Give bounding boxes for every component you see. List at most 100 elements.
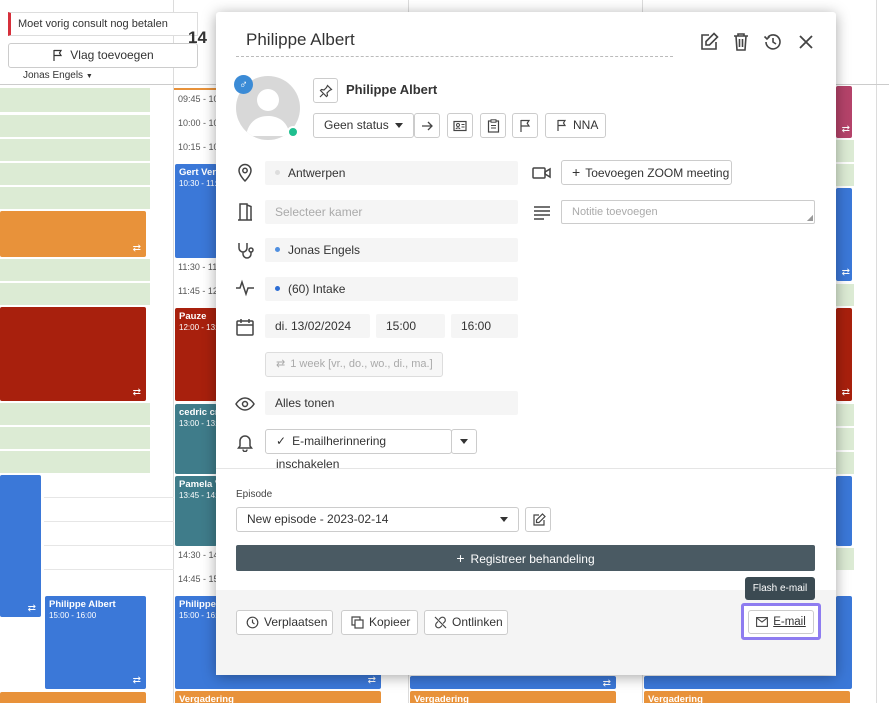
time-slot[interactable]: 09:45 - 10 xyxy=(174,94,219,104)
calendar-event-cedric[interactable]: cedric cr 13:00 - 13: xyxy=(175,404,217,474)
event-title: Vergadering xyxy=(414,694,469,703)
modal-title[interactable]: Philippe Albert xyxy=(236,26,673,57)
calendar-event-vergadering-mid[interactable]: Vergadering xyxy=(175,691,381,703)
practitioner-selector[interactable]: Jonas Engels ▼ xyxy=(23,70,93,81)
flag-icon xyxy=(519,119,537,133)
time-slot[interactable]: 10:00 - 10 xyxy=(174,118,219,128)
calendar-event-pauze[interactable]: Pauze 12:00 - 13: xyxy=(175,308,217,401)
edit-icon[interactable] xyxy=(698,31,720,53)
calendar-event-pamela[interactable]: Pamela V 13:45 - 14: xyxy=(175,476,217,546)
email-button-highlight: E-mail xyxy=(741,603,821,640)
calendar-event-vergadering-left[interactable] xyxy=(0,692,146,703)
time-slot[interactable]: 11:45 - 12 xyxy=(174,286,218,296)
time-slot[interactable]: 14:45 - 15 xyxy=(174,574,219,584)
add-flag-button[interactable]: Vlag toevoegen xyxy=(8,43,198,68)
id-card-icon xyxy=(453,119,472,133)
calendar-event-red-right[interactable]: ⇄ xyxy=(836,308,852,401)
end-time-field[interactable]: 16:00 xyxy=(451,314,518,338)
event-title: Philippe Albert xyxy=(49,599,116,610)
copy-icon xyxy=(351,616,364,629)
reminder-dropdown-button[interactable] xyxy=(451,429,477,454)
status-next-button[interactable] xyxy=(414,113,440,138)
practitioner-name: Jonas Engels xyxy=(23,70,84,81)
unlink-icon xyxy=(434,616,447,629)
move-button[interactable]: Verplaatsen xyxy=(236,610,333,635)
note-placeholder: Notitie toevoegen xyxy=(572,206,658,218)
register-treatment-button[interactable]: + Registreer behandeling xyxy=(236,545,815,571)
id-card-button[interactable] xyxy=(447,113,473,138)
calendar-event-vergadering-right[interactable]: Vergadering xyxy=(644,691,850,703)
time-slot[interactable]: 10:15 - 10 xyxy=(174,142,219,152)
history-icon[interactable] xyxy=(762,31,784,53)
eye-icon xyxy=(235,394,255,414)
episode-select[interactable]: New episode - 2023-02-14 xyxy=(236,507,519,532)
clipboard-button[interactable] xyxy=(480,113,506,138)
plus-icon: + xyxy=(572,164,581,180)
calendar-event-orange[interactable]: ⇄ xyxy=(0,211,146,257)
event-time: 10:30 - 11: xyxy=(179,179,217,188)
calendar-icon xyxy=(235,317,255,337)
event-time: 13:45 - 14: xyxy=(179,491,217,500)
practitioner-color-dot xyxy=(275,247,280,253)
time-slot[interactable]: 14:30 - 14 xyxy=(174,550,219,560)
room-placeholder: Selecteer kamer xyxy=(275,205,363,219)
divider xyxy=(216,468,836,469)
event-title: Pauze xyxy=(179,311,207,322)
edit-episode-button[interactable] xyxy=(525,507,551,532)
calendar-event-gert[interactable]: Gert Verb 10:30 - 11: xyxy=(175,164,217,258)
event-time: 15:00 - 16:00 xyxy=(49,611,97,620)
calendar-event-blue-right-bottom[interactable] xyxy=(644,676,850,689)
chevron-down-icon xyxy=(395,123,403,128)
event-title: cedric cr xyxy=(179,407,217,418)
day-number: 14 xyxy=(188,28,207,47)
event-title: Vergadering xyxy=(179,694,234,703)
recurrence-button[interactable]: ⇄ 1 week [vr., do., wo., di., ma.] xyxy=(265,352,443,377)
online-status-indicator xyxy=(287,126,299,138)
calendar-event-philippe-left[interactable]: Philippe Albert 15:00 - 16:00 ⇄ xyxy=(45,596,146,689)
calendar-event-blue-right[interactable]: ⇄ xyxy=(836,188,852,281)
appointment-type-select[interactable]: (60) Intake xyxy=(265,277,518,301)
video-camera-icon xyxy=(532,163,552,183)
status-select[interactable]: Geen status xyxy=(313,113,414,138)
repeat-icon: ⇄ xyxy=(276,358,286,370)
appointment-type-value: (60) Intake xyxy=(288,282,346,296)
unlink-button[interactable]: Ontlinken xyxy=(424,610,508,635)
patient-name[interactable]: Philippe Albert xyxy=(346,82,437,97)
clock-icon xyxy=(246,616,259,629)
date-field[interactable]: di. 13/02/2024 xyxy=(265,314,370,338)
time-slot[interactable]: 11:30 - 11 xyxy=(174,262,217,272)
add-zoom-meeting-button[interactable]: + Toevoegen ZOOM meeting xyxy=(561,160,732,185)
move-label: Verplaatsen xyxy=(264,615,328,629)
close-icon[interactable] xyxy=(795,31,817,53)
room-select[interactable]: Selecteer kamer xyxy=(265,200,518,224)
location-value: Antwerpen xyxy=(288,166,346,180)
email-button[interactable]: E-mail xyxy=(748,610,814,634)
location-pin-icon xyxy=(235,163,255,183)
location-field[interactable]: Antwerpen xyxy=(265,161,518,185)
calendar-event-blue-left[interactable]: ⇄ xyxy=(0,475,41,617)
email-label: E-mail xyxy=(773,616,806,628)
resize-handle-icon[interactable]: ◢ xyxy=(807,214,813,222)
calendar-event-vergadering-third[interactable]: Vergadering xyxy=(410,691,616,703)
plus-icon: + xyxy=(456,550,465,566)
trash-icon[interactable] xyxy=(730,31,752,53)
event-title: Pamela V xyxy=(179,479,217,490)
pin-button[interactable] xyxy=(313,78,338,103)
unlink-label: Ontlinken xyxy=(452,615,503,629)
arrow-right-icon xyxy=(420,119,439,133)
flag-button[interactable] xyxy=(512,113,538,138)
practitioner-select[interactable]: Jonas Engels xyxy=(265,238,518,262)
event-title: Gert Verb xyxy=(179,167,217,178)
calendar-event-red[interactable]: ⇄ xyxy=(0,307,146,401)
calendar-event-pink[interactable]: ⇄ xyxy=(836,86,852,138)
event-time: 12:00 - 13: xyxy=(179,323,217,332)
note-textarea[interactable]: Notitie toevoegen ◢ xyxy=(561,200,815,224)
calendar-event-blue-third[interactable]: ⇄ xyxy=(410,676,616,689)
copy-button[interactable]: Kopieer xyxy=(341,610,418,635)
calendar-event-blue-right2[interactable] xyxy=(836,476,852,546)
status-select-value: Geen status xyxy=(324,118,389,132)
visibility-select[interactable]: Alles tonen xyxy=(265,391,518,415)
start-time-field[interactable]: 15:00 xyxy=(376,314,445,338)
email-reminder-button[interactable]: ✓ E-mailherinnering inschakelen xyxy=(265,429,452,471)
nna-button[interactable]: NNA xyxy=(545,113,606,138)
